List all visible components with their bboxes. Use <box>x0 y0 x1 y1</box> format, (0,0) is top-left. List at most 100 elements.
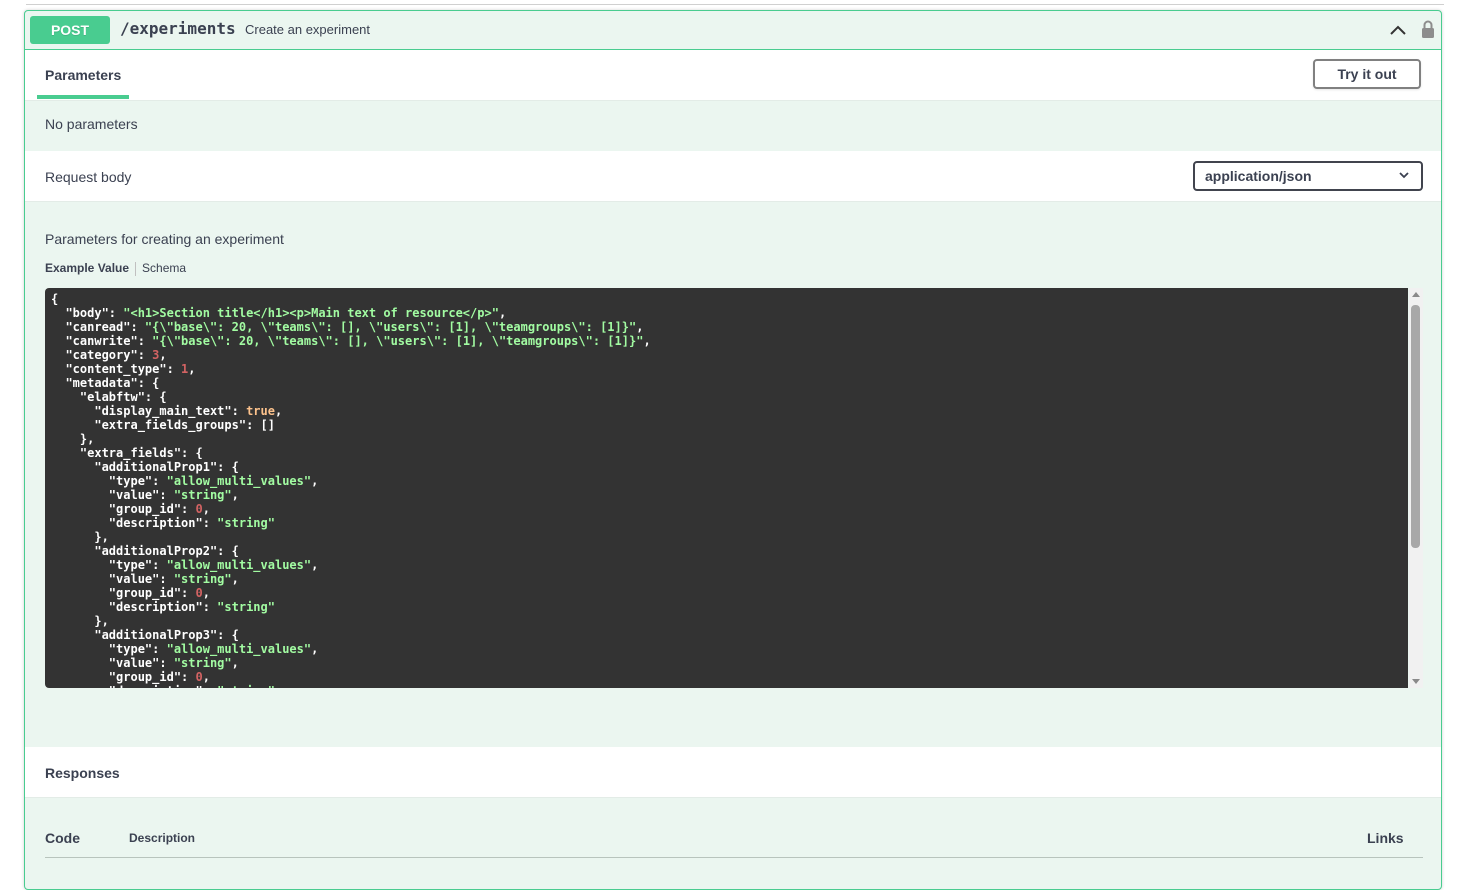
content-type-select[interactable]: application/json <box>1193 161 1423 191</box>
code-token: "category": <box>51 348 153 362</box>
code-token: , <box>231 488 239 502</box>
code-token: , <box>159 348 167 362</box>
divider <box>26 4 1444 5</box>
code-token: , <box>202 586 210 600</box>
code-token: "{\"base\": 20, \"teams\": [], \"users\"… <box>152 334 644 348</box>
no-parameters-text: No parameters <box>45 116 138 132</box>
code-line: "type": "allow_multi_values", <box>51 558 1402 572</box>
responses-header: Responses <box>25 747 1441 798</box>
lock-icon[interactable] <box>1421 19 1435 39</box>
code-token: "description": <box>51 516 218 530</box>
code-token: "extra_fields": { <box>51 446 203 460</box>
code-token: true <box>246 404 275 418</box>
code-token: "<h1>Section title</h1><p>Main text of r… <box>123 306 499 320</box>
active-tab-indicator <box>37 95 129 99</box>
code-token: "type": <box>51 558 167 572</box>
code-token: "type": <box>51 474 167 488</box>
code-token: 0 <box>195 670 203 684</box>
table-header-divider <box>45 857 1423 858</box>
code-token: "allow_multi_values" <box>166 558 312 572</box>
code-line: "description": "string" <box>51 600 1402 614</box>
code-token: "type": <box>51 642 167 656</box>
responses-title: Responses <box>45 765 120 781</box>
code-line: "body": "<h1>Section title</h1><p>Main t… <box>51 306 1402 320</box>
code-token: , <box>643 334 651 348</box>
code-line: "extra_fields_groups": [] <box>51 418 1402 432</box>
code-token: , <box>636 320 644 334</box>
operation-summary[interactable]: POST /experiments Create an experiment <box>25 11 1441 50</box>
tab-example-value[interactable]: Example Value <box>45 261 129 275</box>
http-method-badge: POST <box>30 16 110 44</box>
code-line: "canread": "{\"base\": 20, \"teams\": []… <box>51 320 1402 334</box>
code-line: "category": 3, <box>51 348 1402 362</box>
code-token: "additionalProp3": { <box>51 628 239 642</box>
code-token: , <box>311 558 319 572</box>
code-token: "string" <box>173 488 232 502</box>
tab-schema[interactable]: Schema <box>142 261 186 275</box>
scrollbar-thumb[interactable] <box>1411 305 1420 548</box>
operation-summary-text: Create an experiment <box>245 22 371 37</box>
code-line: "value": "string", <box>51 488 1402 502</box>
code-token: , <box>202 502 210 516</box>
code-token: "extra_fields_groups": [] <box>51 418 275 432</box>
column-header-description: Description <box>129 831 196 845</box>
code-token: "string" <box>217 684 275 688</box>
code-line: "additionalProp2": { <box>51 544 1402 558</box>
code-token: "value": <box>51 656 174 670</box>
code-token: "description": <box>51 684 217 688</box>
operation-path: /experiments <box>120 19 236 38</box>
code-line: }, <box>51 530 1402 544</box>
code-token: "string" <box>173 656 232 670</box>
code-line: "additionalProp1": { <box>51 460 1402 474</box>
chevron-down-icon <box>1399 172 1409 179</box>
code-token: 0 <box>195 586 203 600</box>
code-token: , <box>188 362 196 376</box>
request-body-title: Request body <box>45 169 132 185</box>
code-token: "{\"base\": 20, \"teams\": [], \"users\"… <box>144 320 637 334</box>
code-token: , <box>274 404 283 418</box>
code-line: "group_id": 0, <box>51 502 1402 516</box>
tab-parameters[interactable]: Parameters <box>45 67 121 83</box>
code-token: "content_type": <box>51 362 182 376</box>
code-token: , <box>231 656 239 670</box>
try-it-out-button[interactable]: Try it out <box>1313 59 1421 89</box>
code-line: "display_main_text": true, <box>51 404 1402 418</box>
scroll-down-arrow-icon[interactable] <box>1412 679 1420 684</box>
example-schema-tabs: Example Value Schema <box>45 261 186 276</box>
code-line: "canwrite": "{\"base\": 20, \"teams\": [… <box>51 334 1402 348</box>
code-token: "display_main_text": <box>51 404 247 418</box>
code-line: }, <box>51 614 1402 628</box>
code-token: "string" <box>217 516 275 530</box>
code-line: { <box>51 292 1402 306</box>
code-line: }, <box>51 432 1402 446</box>
code-token: "group_id": <box>51 586 196 600</box>
code-token: , <box>202 670 210 684</box>
code-line: "group_id": 0, <box>51 670 1402 684</box>
code-token: , <box>311 642 319 656</box>
code-line: "type": "allow_multi_values", <box>51 474 1402 488</box>
code-token: "string" <box>173 572 232 586</box>
code-token: "group_id": <box>51 670 196 684</box>
column-header-code: Code <box>45 830 80 846</box>
scroll-up-arrow-icon[interactable] <box>1412 292 1420 297</box>
code-line: "description": "string" <box>51 516 1402 530</box>
code-line: "elabftw": { <box>51 390 1402 404</box>
code-token: "metadata": { <box>51 376 160 390</box>
code-token: , <box>311 474 319 488</box>
code-scrollbar[interactable] <box>1409 288 1423 688</box>
code-line: "group_id": 0, <box>51 586 1402 600</box>
code-token: "canread": <box>51 320 145 334</box>
code-token: "value": <box>51 572 174 586</box>
operation-block-post-experiments: POST /experiments Create an experiment P… <box>24 10 1442 890</box>
code-token: , <box>231 572 239 586</box>
code-token: { <box>51 292 59 306</box>
code-token: "allow_multi_values" <box>166 474 312 488</box>
code-line: "additionalProp3": { <box>51 628 1402 642</box>
chevron-up-icon[interactable] <box>1389 24 1407 36</box>
code-token: "body": <box>51 306 124 320</box>
example-value-code-block[interactable]: { "body": "<h1>Section title</h1><p>Main… <box>45 288 1408 688</box>
code-line: "value": "string", <box>51 656 1402 670</box>
code-token: , <box>498 306 507 320</box>
code-line: "value": "string", <box>51 572 1402 586</box>
code-line: "type": "allow_multi_values", <box>51 642 1402 656</box>
